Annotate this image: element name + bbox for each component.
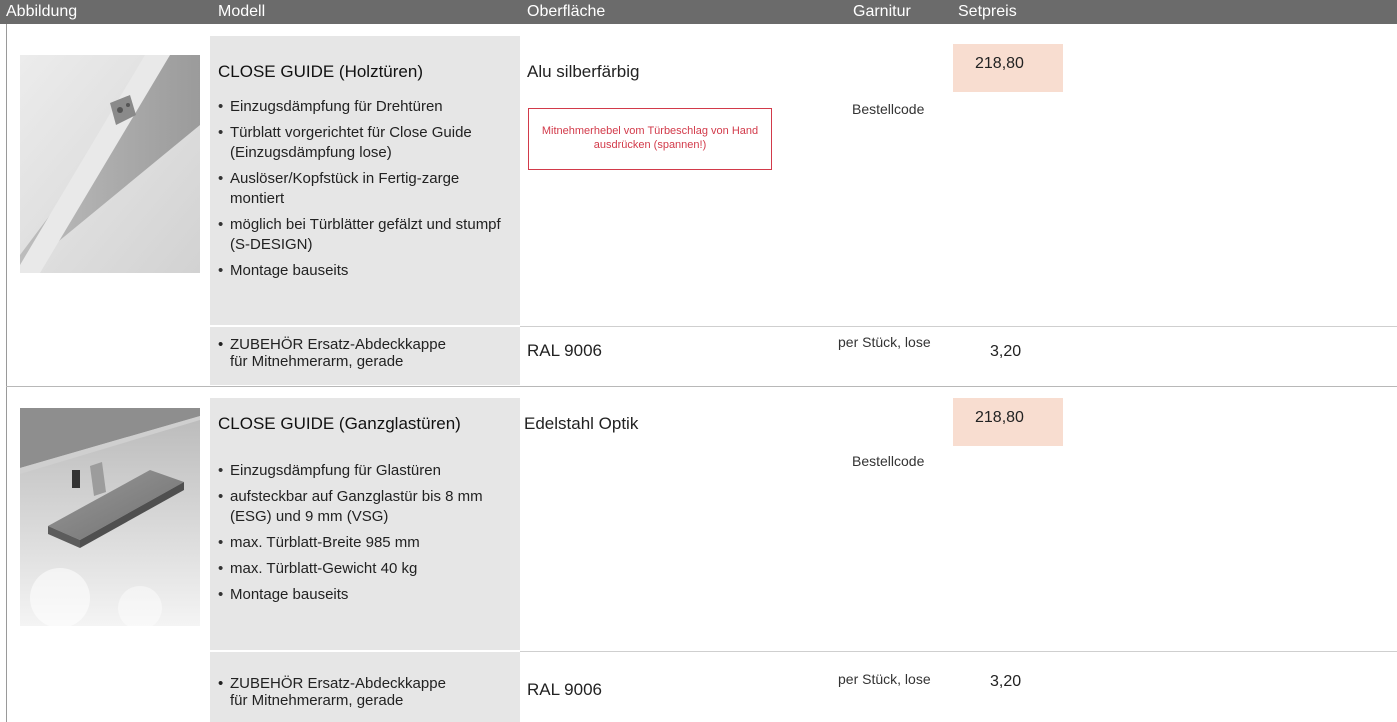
feature-item: Türblatt vorgerichtet für Close Guide (E… — [218, 123, 508, 163]
feature-item: Einzugsdämpfung für Glastüren — [218, 461, 508, 481]
row-divider — [520, 326, 1397, 327]
product-photo — [20, 408, 200, 630]
accessory-line2: für Mitnehmerarm, gerade — [230, 353, 404, 370]
accessory-unit: per Stück, lose — [838, 671, 931, 687]
feature-item: Montage bauseits — [218, 261, 508, 281]
feature-item: Montage bauseits — [218, 585, 508, 605]
accessory-surface: RAL 9006 — [527, 341, 602, 360]
col-header-abbildung: Abbildung — [6, 3, 78, 20]
col-header-oberflaeche: Oberfläche — [527, 3, 606, 20]
accessory-surface: RAL 9006 — [527, 680, 602, 699]
order-code-label: Bestellcode — [852, 453, 925, 469]
feature-item: max. Türblatt-Gewicht 40 kg — [218, 559, 508, 579]
accessory-line2: für Mitnehmerarm, gerade — [230, 692, 404, 709]
product-photo — [20, 55, 200, 273]
feature-item: max. Türblatt-Breite 985 mm — [218, 533, 508, 553]
feature-list: Einzugsdämpfung für Glastüren aufsteckba… — [218, 461, 508, 611]
product-title: CLOSE GUIDE (Ganzglastüren) — [218, 414, 461, 433]
accessory-line1: ZUBEHÖR Ersatz-Abdeckkappe — [218, 336, 446, 353]
notice-box: Mitnehmerhebel vom Türbeschlag von Hand … — [528, 108, 772, 170]
feature-item: aufsteckbar auf Ganzglastür bis 8 mm (ES… — [218, 487, 508, 527]
set-price: 218,80 — [953, 44, 1063, 92]
surface-value: Alu silberfärbig — [527, 62, 640, 81]
feature-item: möglich bei Türblätter gefälzt und stump… — [218, 215, 508, 255]
accessory-unit: per Stück, lose — [838, 334, 931, 350]
feature-item: Einzugsdämpfung für Drehtüren — [218, 97, 508, 117]
accessory-price: 3,20 — [990, 343, 1022, 360]
order-code-label: Bestellcode — [852, 101, 925, 117]
set-price: 218,80 — [953, 398, 1063, 446]
surface-value: Edelstahl Optik — [524, 414, 639, 433]
accessory-description: ZUBEHÖR Ersatz-Abdeckkappe für Mitnehmer… — [218, 336, 446, 370]
accessory-description: ZUBEHÖR Ersatz-Abdeckkappe für Mitnehmer… — [218, 675, 446, 709]
row-divider — [6, 386, 1397, 387]
row-divider — [520, 651, 1397, 652]
product-title: CLOSE GUIDE (Holztüren) — [218, 62, 423, 81]
col-header-modell: Modell — [218, 3, 266, 20]
accessory-line1: ZUBEHÖR Ersatz-Abdeckkappe — [218, 675, 446, 692]
accessory-price: 3,20 — [990, 673, 1022, 690]
col-header-garnitur: Garnitur — [853, 3, 911, 20]
feature-list: Einzugsdämpfung für Drehtüren Türblatt v… — [218, 97, 508, 287]
col-header-setpreis: Setpreis — [958, 3, 1017, 20]
feature-item: Auslöser/Kopfstück in Fertig-zarge monti… — [218, 169, 508, 209]
table-header: Abbildung Modell Oberfläche Garnitur Set… — [0, 0, 1397, 24]
left-border — [6, 24, 7, 722]
